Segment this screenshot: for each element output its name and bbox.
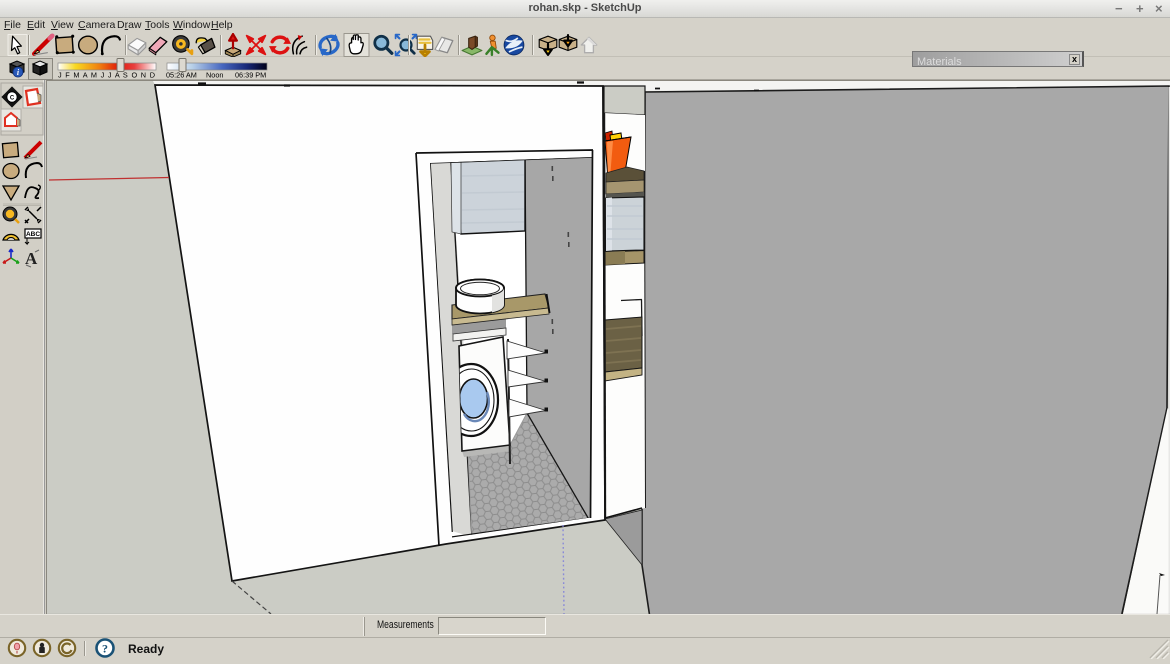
svg-text:05:26 AM: 05:26 AM — [166, 71, 197, 80]
svg-text:ABC: ABC — [26, 231, 40, 238]
svg-text:Noon: Noon — [206, 71, 223, 80]
svg-text:06:39 PM: 06:39 PM — [235, 71, 266, 80]
svg-text:J F M A M J J A S O N D: J F M A M J J A S O N D — [58, 71, 155, 80]
svg-text:C: C — [10, 96, 15, 102]
svg-text:?: ? — [102, 642, 108, 656]
